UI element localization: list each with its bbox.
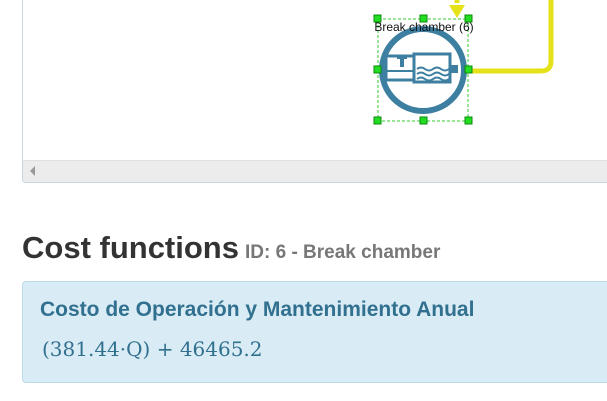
cost-function-panel: Costo de Operación y Mantenimiento Anual… [22, 281, 607, 383]
section-title: Cost functions [22, 230, 239, 265]
cost-functions-heading: Cost functions ID: 6 - Break chamber [22, 230, 440, 266]
scroll-left-arrow-icon[interactable] [30, 166, 35, 176]
connector-line-right[interactable] [469, 0, 554, 74]
section-subtitle: ID: 6 - Break chamber [245, 242, 441, 263]
break-chamber-node[interactable] [379, 26, 467, 114]
diagram-canvas[interactable]: Break chamber (6) [22, 0, 607, 183]
diagram-svg [373, 0, 554, 125]
horizontal-scrollbar[interactable] [23, 160, 607, 182]
connector-line-top[interactable] [443, 0, 460, 3]
arrow-head-icon [449, 5, 465, 18]
cost-function-title: Costo de Operación y Mantenimiento Anual [40, 298, 475, 321]
node-label: Break chamber (6) [374, 20, 474, 34]
cost-function-formula: (381.44·Q) + 46465.2 [42, 337, 263, 361]
